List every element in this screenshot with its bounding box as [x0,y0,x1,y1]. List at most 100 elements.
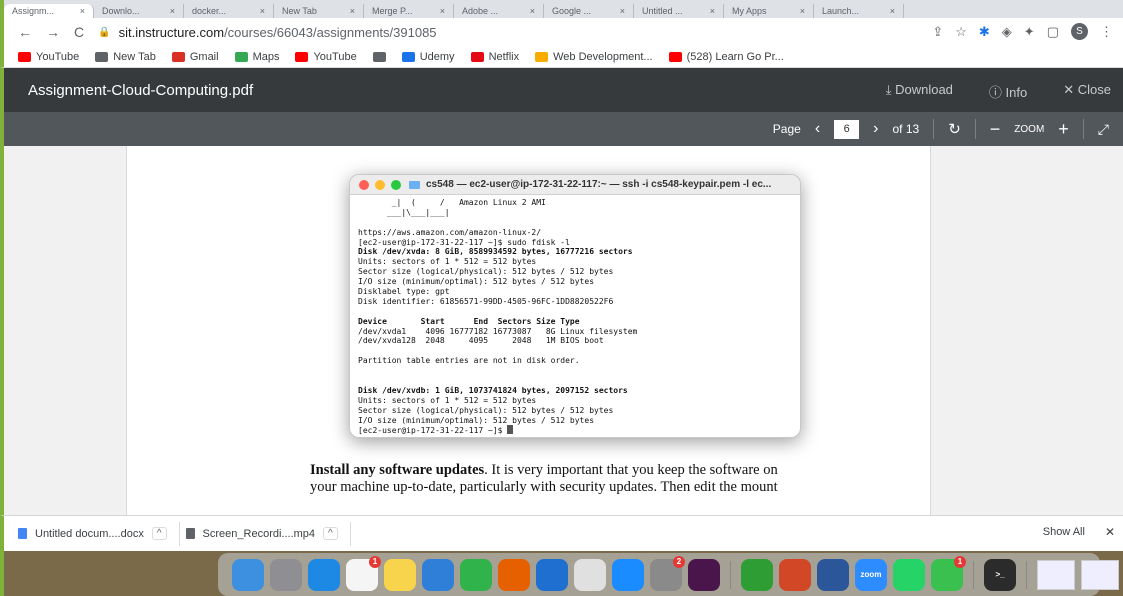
reminders-icon[interactable]: 1 [346,555,381,591]
file-icon [185,528,195,539]
slack-icon[interactable] [688,558,720,591]
bookmark-item[interactable]: Web Development... [535,51,653,63]
browser-tab[interactable]: Downlo... × [94,4,184,18]
next-page-button[interactable]: › [873,120,878,138]
bookmark-item[interactable]: Udemy [401,50,455,63]
browser-tab[interactable]: Merge P... × [364,4,454,18]
tab-close-icon[interactable]: × [170,6,175,16]
terminal-line: Disk /dev/xvdb: 1 GiB, 1073741824 bytes,… [358,385,628,395]
firefox-icon[interactable] [498,558,530,591]
bookmark-item[interactable]: Gmail [171,51,219,63]
page-label: Page [772,122,801,136]
browser-tab[interactable]: My Apps × [724,4,814,18]
tab-close-icon[interactable]: × [80,6,85,16]
word-icon[interactable] [817,558,849,591]
bookmark-item[interactable]: New Tab [95,51,156,63]
bookmark-item[interactable]: Maps [234,51,279,63]
download-item[interactable]: Untitled docum....docx ^ [18,521,180,546]
browser-tab[interactable]: New Tab × [274,4,364,18]
url-field[interactable]: sit.instructure.com/courses/66043/assign… [119,25,437,40]
download-item[interactable]: Screen_Recordi....mp4 ^ [185,521,351,546]
browser-tab[interactable]: Launch... × [814,4,904,18]
notes-icon[interactable] [384,558,416,591]
zoom-icon[interactable]: zoom [855,558,887,591]
menu-icon[interactable]: ⋮ [1100,24,1113,40]
bookmark-label: (528) Learn Go Pr... [686,50,784,63]
fullscreen-icon[interactable]: ⤢ [1098,121,1109,138]
keynote-icon[interactable] [422,558,454,591]
tab-close-icon[interactable]: × [260,6,265,16]
tab-close-icon[interactable]: × [350,6,355,16]
launchpad-icon[interactable] [270,558,302,591]
utorrent-icon[interactable] [741,558,773,591]
info-button[interactable]: ⓘ Info [989,82,1027,101]
tab-close-icon[interactable]: × [440,6,445,16]
tab-close-icon[interactable]: × [620,6,625,16]
powerpoint-icon[interactable] [779,558,811,591]
numbers-icon[interactable] [460,558,492,591]
close-button[interactable]: ✕ Close [1063,82,1111,101]
recent-window-thumbnail[interactable] [1037,559,1075,590]
recent-window-thumbnail[interactable] [1081,559,1119,590]
page-number-input[interactable]: 6 [834,119,860,139]
tab-label: Assignm... [12,6,55,16]
forward-icon[interactable]: → [46,24,60,40]
bookmark-item[interactable]: (528) Learn Go Pr... [668,50,784,63]
terminal-line: /dev/xvda1 4096 16777182 16773087 8G Lin… [358,326,638,336]
rotate-icon[interactable]: ↻ [948,120,961,138]
show-all-button[interactable]: Show All [1043,526,1085,538]
safari-icon[interactable] [308,558,340,591]
extension-icon[interactable]: ✱ [979,24,990,40]
notification-badge: 2 [673,555,685,568]
browser-tab[interactable]: Untitled ... × [634,4,724,18]
avatar[interactable]: S [1071,23,1088,40]
bookmark-label: Udemy [419,50,455,63]
gmail-icon [171,51,185,62]
vscode-icon[interactable] [536,558,568,591]
tab-close-icon[interactable]: × [890,6,895,16]
zoom-out-button[interactable]: − [990,119,1001,140]
tab-close-icon[interactable]: × [530,6,535,16]
system-settings-icon[interactable]: 2 [650,555,685,591]
share-icon[interactable]: ⇪ [932,24,943,40]
prev-page-button[interactable]: ‹ [815,120,820,138]
terminal-line: Disk /dev/xvda: 8 GiB, 8589934592 bytes,… [358,247,633,257]
back-icon[interactable]: ← [18,24,32,40]
puzzle-icon[interactable]: ✦ [1024,24,1035,40]
tab-close-icon[interactable]: × [800,6,805,16]
chevron-up-icon[interactable]: ^ [323,527,338,540]
bookmark-item[interactable]: YouTube [295,51,357,63]
terminal-icon[interactable]: >_ [984,558,1016,591]
sidepanel-icon[interactable]: ▢ [1047,24,1059,40]
download-button[interactable]: ⤓ Download [886,82,953,101]
tab-label: Downlo... [102,6,140,16]
whatsapp-icon[interactable] [893,558,925,591]
terminal-line: https://aws.amazon.com/amazon-linux-2/ [358,227,542,237]
close-label: Close [1077,82,1111,97]
appstore-icon[interactable] [612,558,644,591]
downloads-bar: Untitled docum....docx ^ Screen_Recordi...… [0,515,1123,551]
reload-icon[interactable]: C [74,24,84,40]
chevron-up-icon[interactable]: ^ [151,527,167,540]
bookmark-item[interactable]: Netflix [470,51,519,63]
star-icon[interactable]: ☆ [955,24,967,40]
browser-tab[interactable]: Adobe ... × [454,4,544,18]
chrome-icon[interactable] [574,558,606,591]
close-downloads-icon[interactable]: ✕ [1105,525,1115,539]
browser-tab[interactable]: Google ... × [544,4,634,18]
tab-close-icon[interactable]: × [710,6,715,16]
netflix-icon [470,51,484,62]
bookmark-item[interactable] [372,51,386,62]
browser-tab[interactable]: Assignm... × [4,4,94,18]
finder-icon[interactable] [232,558,264,591]
paragraph-line2: your machine up-to-date, particularly wi… [310,479,778,495]
bookmark-item[interactable]: YouTube [18,51,79,63]
viewer-body[interactable]: cs548 — ec2-user@ip-172-31-22-117:~ — ss… [4,146,1123,515]
facetime-icon[interactable]: 1 [931,555,966,591]
zoom-in-button[interactable]: + [1058,119,1069,140]
shield-icon[interactable]: ◈ [1002,24,1012,40]
browser-tab[interactable]: docker... × [184,4,274,18]
